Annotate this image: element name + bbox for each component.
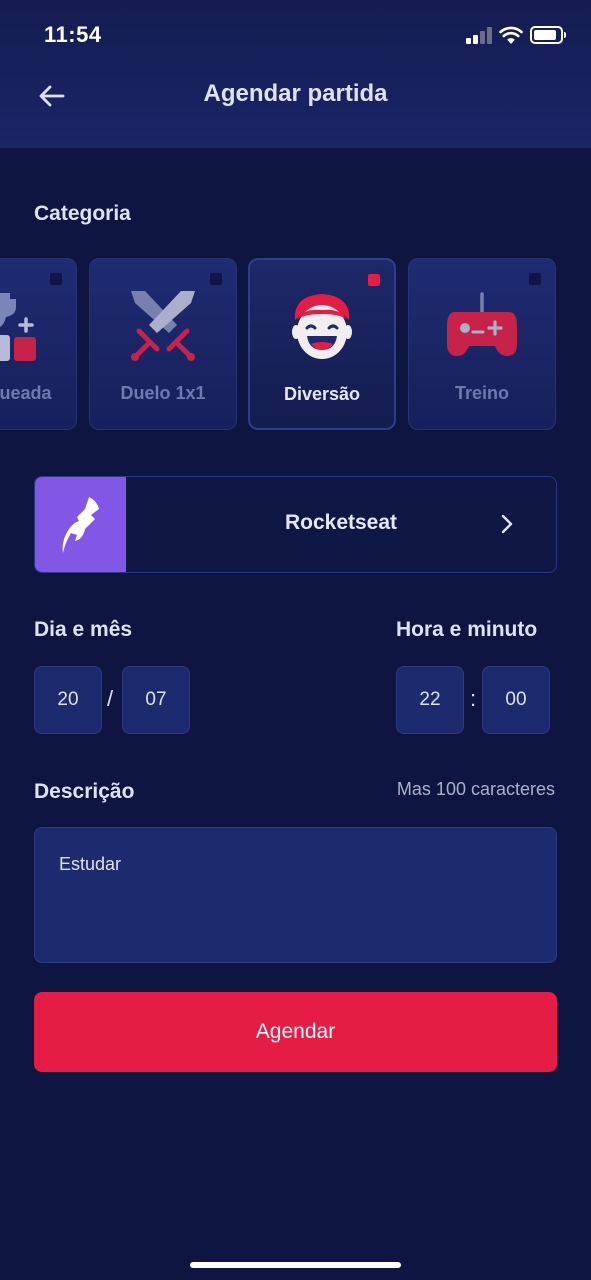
time-separator: : [470, 686, 477, 711]
hour-input[interactable]: 22 [396, 666, 464, 734]
guild-avatar [35, 477, 126, 572]
day-input[interactable]: 20 [34, 666, 102, 734]
smiling-face-icon [250, 288, 394, 364]
category-card-duelo[interactable]: Duelo 1x1 [89, 258, 237, 430]
category-label-diversao: Diversão [283, 384, 361, 404]
schedule-button[interactable]: Agendar [34, 992, 557, 1072]
month-input[interactable]: 07 [122, 666, 190, 734]
guild-name: Rocketseat [284, 511, 398, 534]
date-label: Dia e mês [34, 618, 133, 641]
category-card-treino[interactable]: Treino [408, 258, 556, 430]
category-label: Categoria [34, 202, 131, 225]
gamepad-icon [409, 287, 555, 363]
status-bar: 11:54 [0, 0, 591, 70]
guild-select[interactable]: Rocketseat [34, 476, 557, 573]
character-limit-hint: Mas 100 caracteres [396, 779, 555, 799]
category-checkbox [529, 273, 541, 285]
description-textarea[interactable]: Estudar [34, 827, 557, 963]
category-card-ranqueada[interactable]: Ranqueada [0, 258, 77, 430]
category-label-duelo: Duelo 1x1 [120, 383, 206, 403]
chevron-right-icon [501, 514, 513, 534]
cellular-signal-icon [466, 27, 494, 44]
description-label: Descrição [34, 780, 135, 803]
category-label-treino: Treino [454, 383, 509, 403]
crossed-swords-icon [90, 287, 236, 363]
wifi-icon [499, 26, 523, 44]
trophy-icon [0, 287, 76, 363]
home-indicator [190, 1262, 401, 1268]
page-title: Agendar partida [203, 80, 388, 107]
category-carousel[interactable]: Ranqueada Duelo 1x1 [0, 258, 591, 430]
battery-icon [530, 26, 566, 44]
category-checkbox [50, 273, 62, 285]
category-checkbox [210, 273, 222, 285]
minute-input[interactable]: 00 [482, 666, 550, 734]
rocketseat-logo-icon [62, 496, 99, 553]
time-label: Hora e minuto [396, 618, 538, 641]
category-card-diversao[interactable]: Diversão [248, 258, 396, 430]
category-checkbox-checked [368, 274, 380, 286]
category-label-ranqueada: Ranqueada [0, 383, 52, 403]
status-time: 11:54 [44, 22, 102, 47]
date-separator: / [107, 686, 114, 711]
